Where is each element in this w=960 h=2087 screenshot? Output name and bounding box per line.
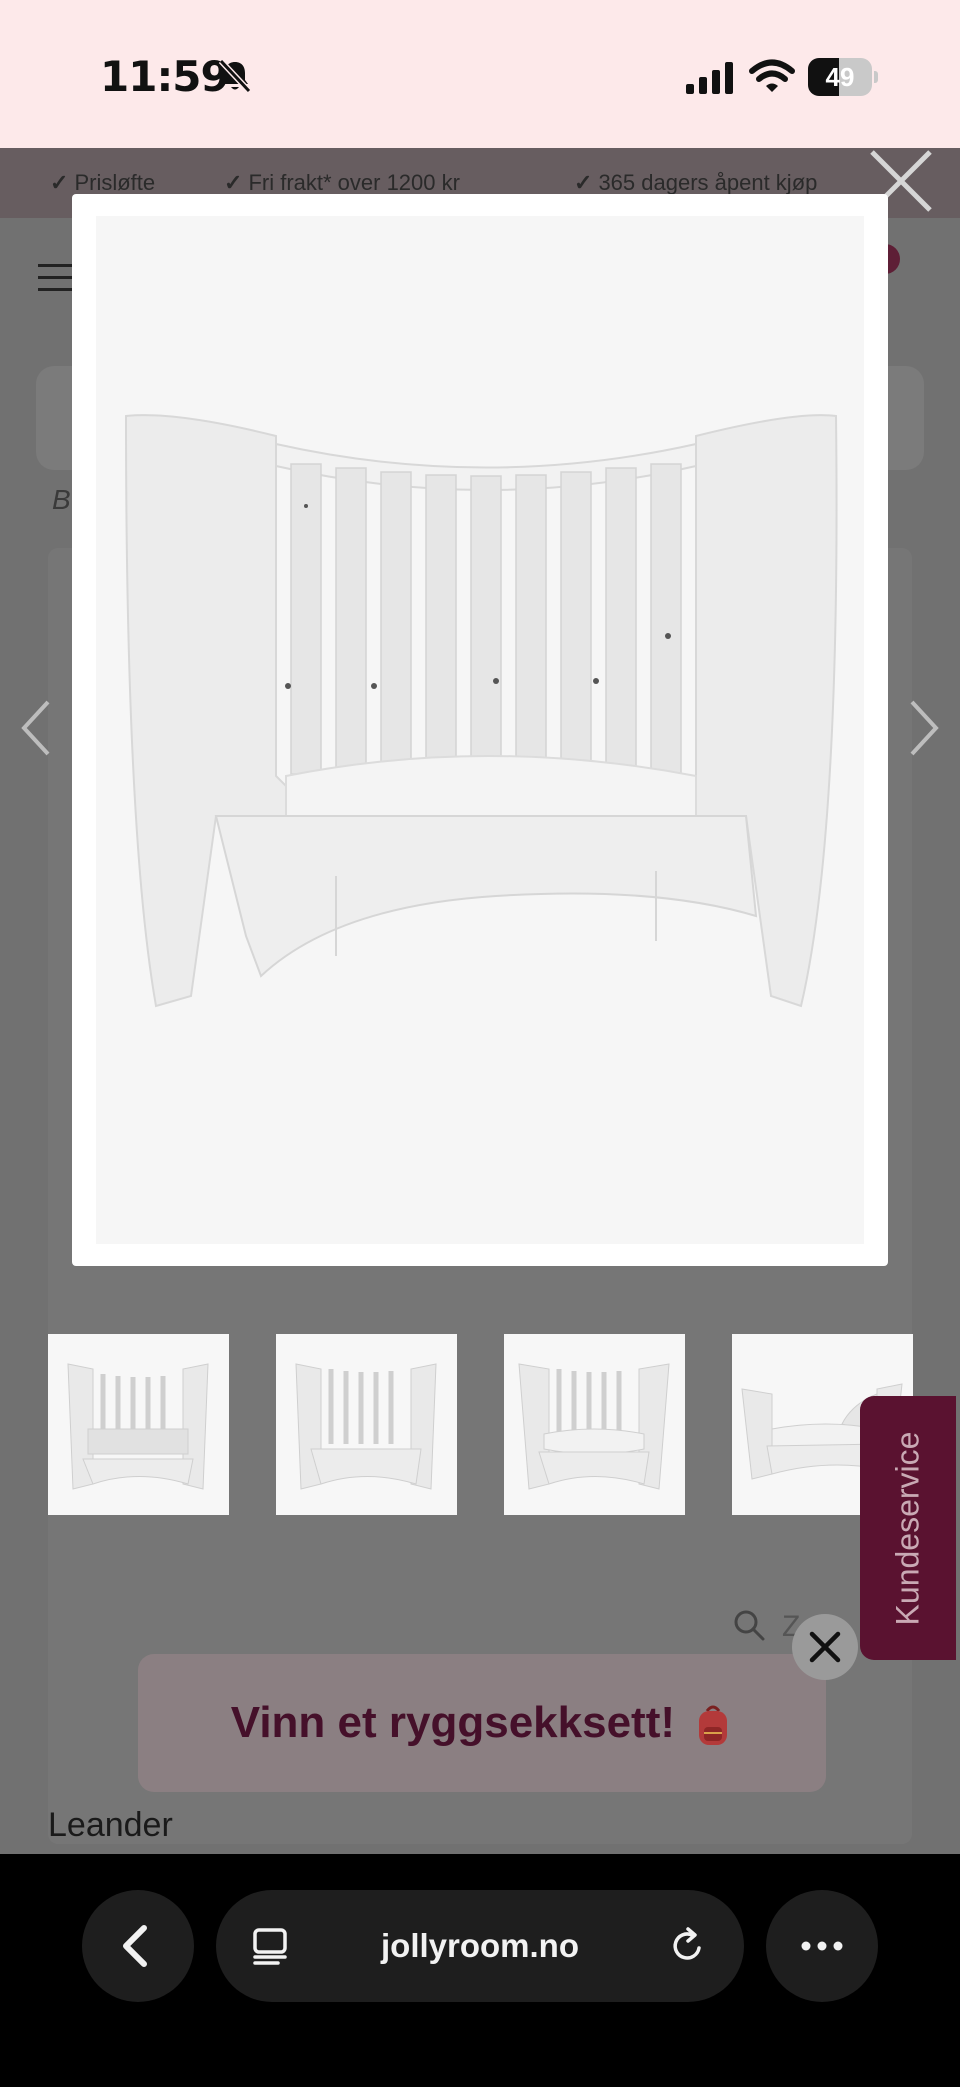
more-button[interactable] <box>766 1890 878 2002</box>
zoom-icon[interactable] <box>732 1608 766 1642</box>
promo-close-button[interactable] <box>792 1614 858 1680</box>
close-icon <box>809 1631 841 1663</box>
product-name: Leander <box>48 1806 173 1844</box>
thumbnail-3[interactable] <box>504 1334 685 1515</box>
crib-thumbnail-icon <box>67 1363 209 1490</box>
promo-banner[interactable]: Vinn et ryggsekksett! <box>138 1654 826 1792</box>
bell-muted-icon <box>218 58 252 94</box>
breadcrumb[interactable]: B <box>52 484 71 516</box>
battery-icon: 49 <box>808 58 878 96</box>
url-text: jollyroom.no <box>381 1927 579 1964</box>
browser-toolbar: jollyroom.no <box>0 1854 960 2087</box>
usp-item: ✓ Fri frakt* over 1200 kr <box>224 170 460 195</box>
customer-service-label: Kundeservice <box>889 1431 926 1625</box>
reload-icon[interactable] <box>668 1926 708 1966</box>
wifi-icon <box>749 59 795 92</box>
cellular-signal-icon <box>686 62 733 94</box>
promo-text: Vinn et ryggsekksett! <box>230 1698 675 1747</box>
address-bar[interactable]: jollyroom.no <box>216 1890 744 2002</box>
usp-item: ✓ Prisløfte <box>50 170 156 195</box>
previous-image-arrow-icon[interactable] <box>16 696 56 760</box>
usp-item: ✓ 365 dagers åpent kjøp <box>574 170 818 195</box>
hamburger-menu-icon[interactable] <box>38 264 74 294</box>
thumbnail-1[interactable] <box>48 1334 229 1515</box>
battery-percent: 49 <box>825 62 855 92</box>
crib-thumbnail-icon <box>518 1363 670 1490</box>
more-icon <box>801 1941 843 1951</box>
next-image-arrow-icon[interactable] <box>904 696 944 760</box>
crib-thumbnail-icon <box>295 1363 437 1490</box>
crib-illustration <box>124 414 838 1008</box>
back-button[interactable] <box>82 1890 194 2002</box>
chevron-left-icon <box>123 1925 147 1967</box>
customer-service-tab[interactable]: Kundeservice <box>860 1396 956 1660</box>
status-bar: 11:59 49 <box>0 0 960 148</box>
thumbnail-2[interactable] <box>276 1334 457 1515</box>
backpack-icon <box>699 1705 728 1746</box>
image-lightbox <box>72 194 888 1266</box>
status-time: 11:59 <box>100 52 230 101</box>
product-image[interactable] <box>96 216 864 1244</box>
